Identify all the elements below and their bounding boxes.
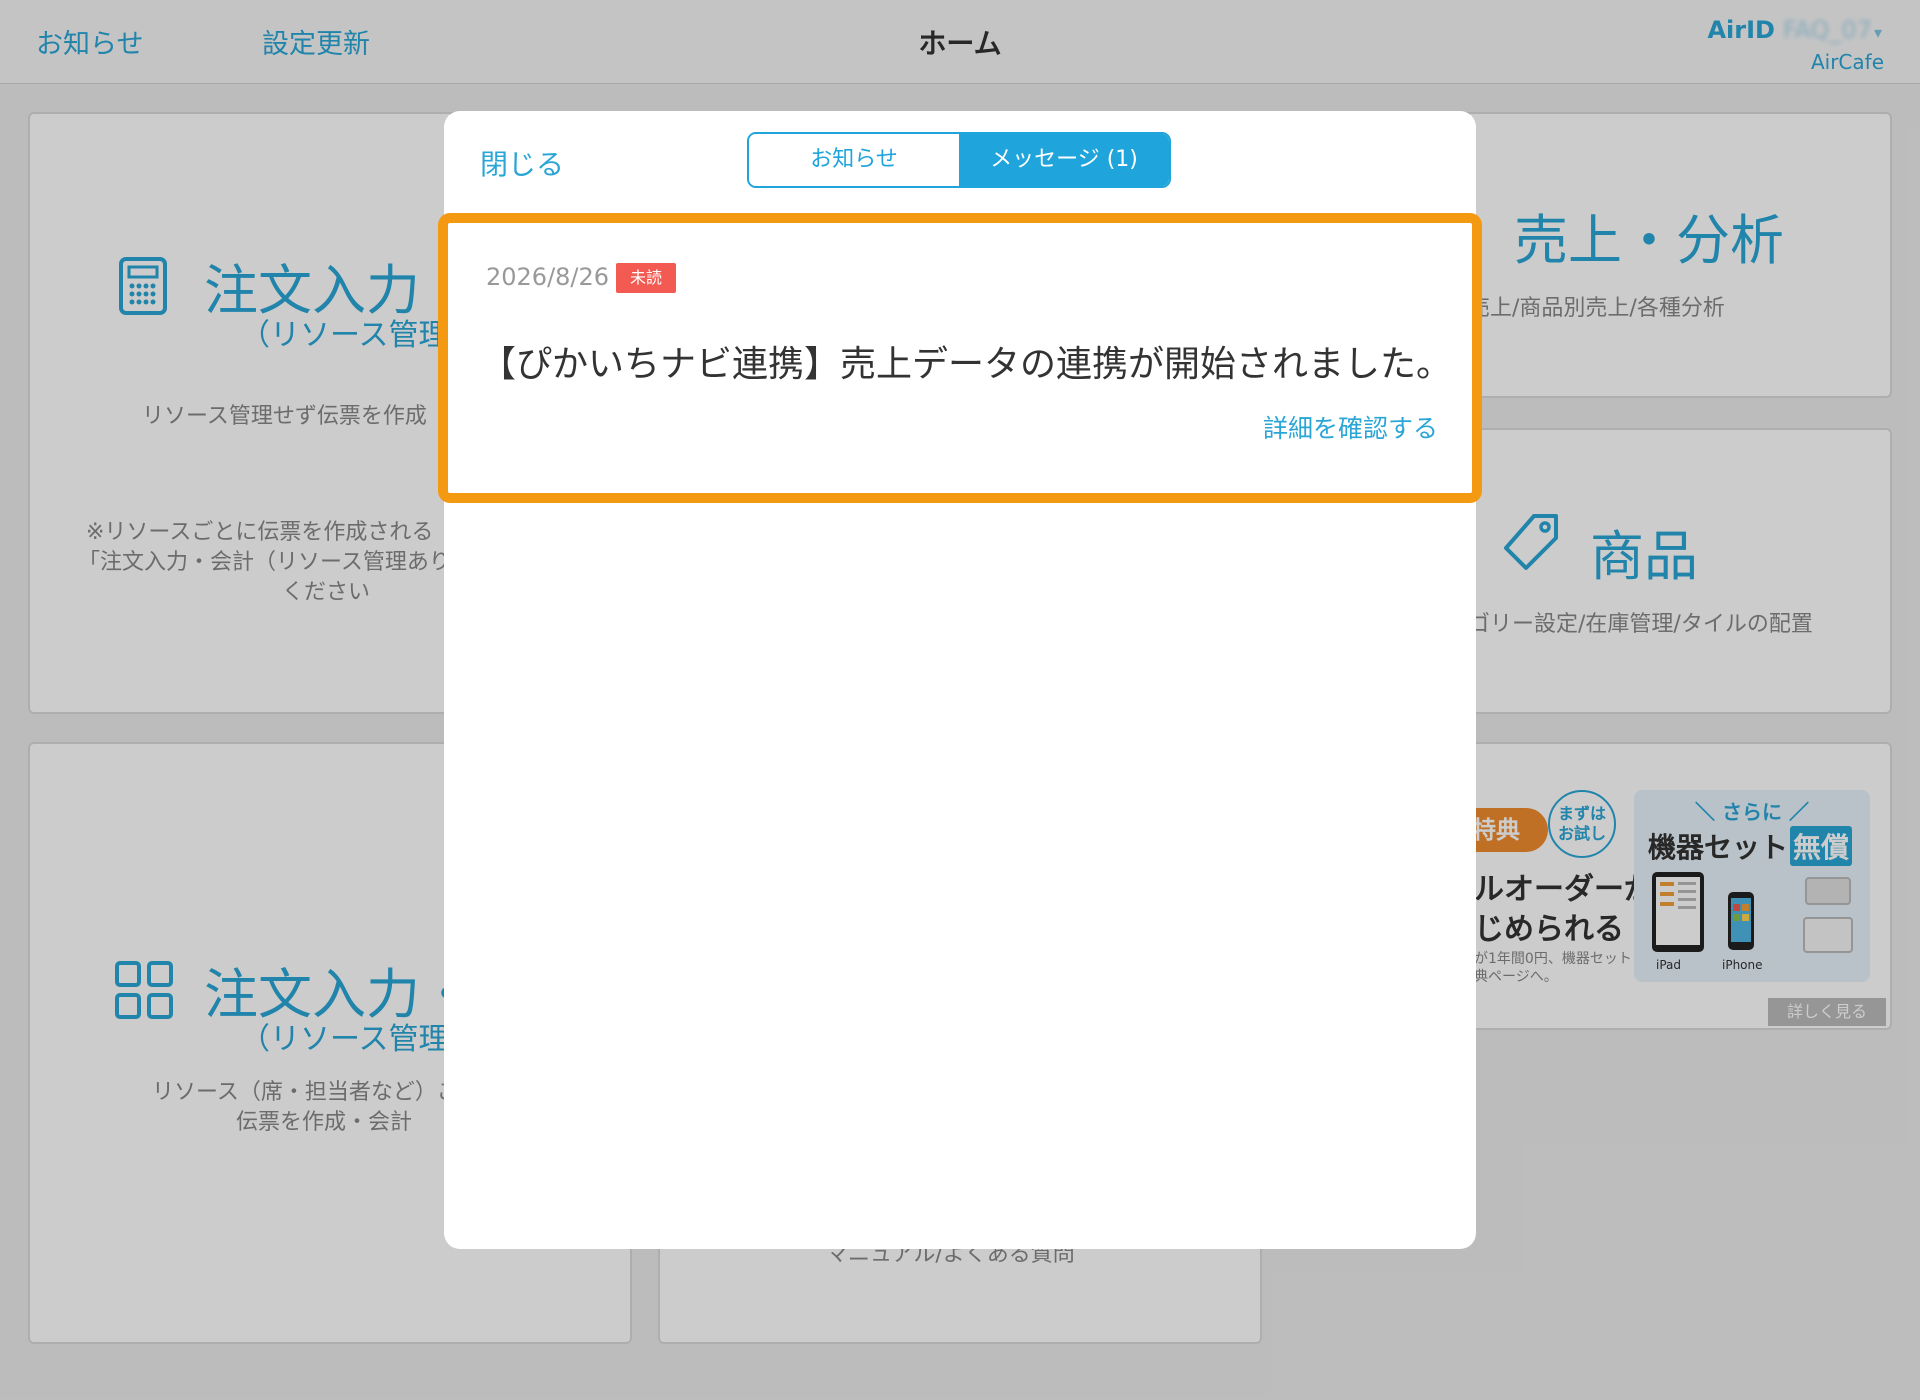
tab-messages[interactable]: メッセージ (1): [959, 134, 1169, 186]
view-details-link[interactable]: 詳細を確認する: [1263, 409, 1438, 445]
message-list-item[interactable]: 2026/8/26 未読 【ぴかいちナビ連携】売上データの連携が開始されました。…: [438, 213, 1482, 503]
message-title: 【ぴかいちナビ連携】売上データの連携が開始されました。: [480, 344, 1453, 385]
messages-modal: 閉じる お知らせ メッセージ (1) 2026/8/26 未読 【ぴかいちナビ連…: [438, 111, 1482, 1249]
message-date: 2026/8/26: [486, 263, 610, 291]
tab-notices[interactable]: お知らせ: [749, 134, 959, 186]
close-button[interactable]: 閉じる: [480, 143, 564, 183]
unread-badge: 未読: [616, 263, 677, 293]
segmented-control: お知らせ メッセージ (1): [747, 132, 1171, 188]
